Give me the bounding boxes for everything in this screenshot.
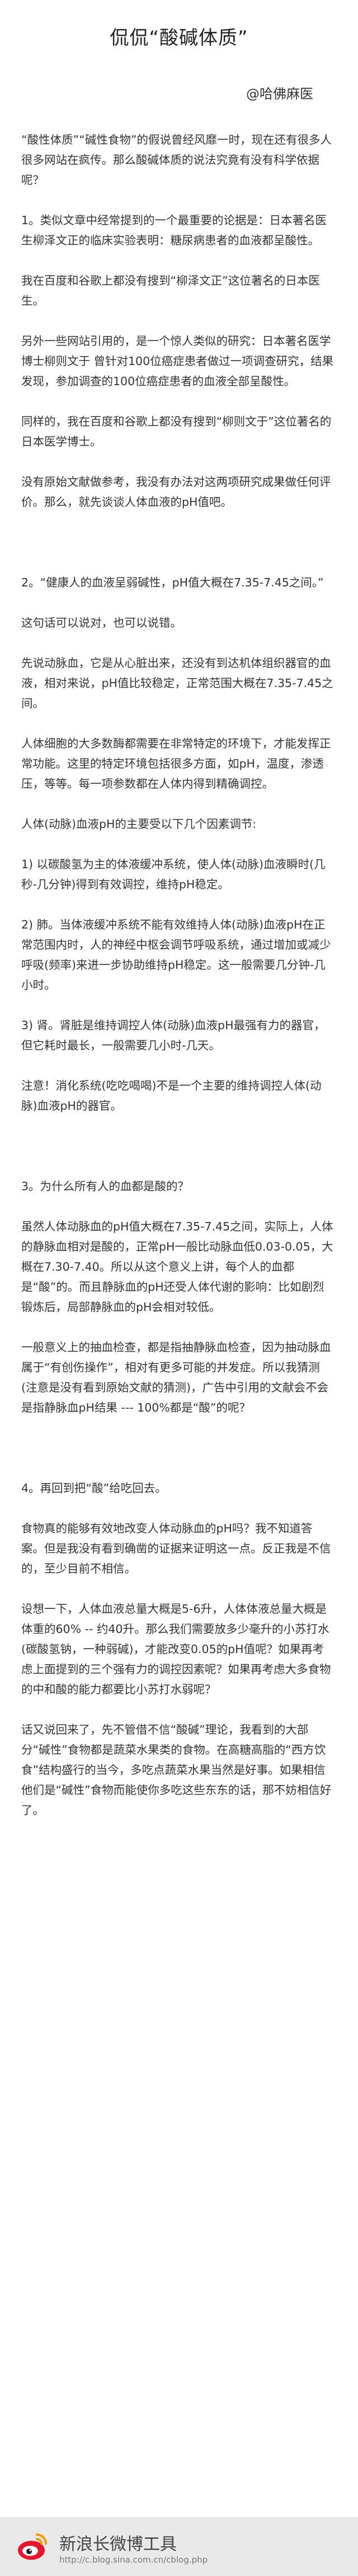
- footer-url[interactable]: http://c.blog.sina.com.cn/cblog.php: [59, 2555, 208, 2565]
- paragraph-3b: 一般意义上的抽血检查，都是指抽静脉血检查，因为抽动脉血属于“有创伤操作”，相对有…: [21, 1341, 331, 1414]
- paragraph-2b: 先说动脉血，它是从心脏出来，还没有到达机体组织器官的血液，相对来说，pH值比较稳…: [21, 656, 333, 710]
- paragraph-intro: “酸性体质”“碱性食物”的假说曾经风靡一时，现在还有很多人很多网站在疯传。那么酸…: [21, 133, 332, 187]
- paragraph-1b: 我在百度和谷歌上都没有搜到“柳泽文正”这位著名的日本医生。: [21, 274, 320, 307]
- paragraph-2-item-1: 1) 以碳酸氢为主的体液缓冲系统，使人体(动脉)血液瞬时(几秒-几分钟)得到有效…: [21, 858, 326, 891]
- paragraph-1d: 同样的，我在百度和谷歌上都没有搜到“柳则文于”这位著名的日本医学博士。: [21, 415, 332, 448]
- footer-bar: 新浪长微博工具 http://c.blog.sina.com.cn/cblog.…: [0, 2517, 358, 2576]
- article-body: “酸性体质”“碱性食物”的假说曾经风靡一时，现在还有很多人很多网站在疯传。那么酸…: [21, 130, 335, 1820]
- section-3-heading: 3。为什么所有人的血都是酸的？: [21, 1180, 190, 1193]
- footer-title: 新浪长微博工具: [59, 2535, 177, 2554]
- paragraph-3a: 虽然人体动脉血的pH值大概在7.35-7.45之间，实际上，人体的静脉血相对是酸…: [21, 1220, 333, 1314]
- author-handle[interactable]: @哈佛麻医: [246, 83, 313, 102]
- paragraph-1c: 另外一些网站引用的，是一个惊人类似的研究：日本著名医学博士柳则文于 曾针对100…: [21, 334, 334, 388]
- paragraph-2d: 人体(动脉)血液pH的主要受以下几个因素调节:: [21, 817, 257, 831]
- paragraph-2a: 这句话可以说对，也可以说错。: [21, 616, 182, 629]
- sina-weibo-logo-icon: [18, 2534, 47, 2560]
- article-title: 侃侃“酸碱体质”: [110, 27, 248, 49]
- paragraph-4c: 话又说回来了，先不管借不信“酸碱”理论，我看到的大部分“碱性”食物都是蔬菜水果类…: [21, 1723, 332, 1817]
- long-weibo-page: 侃侃“酸碱体质” @哈佛麻医 “酸性体质”“碱性食物”的假说曾经风靡一时，现在还…: [0, 0, 358, 2576]
- section-4-heading: 4。再回到把“酸”给吃回去。: [21, 1481, 167, 1495]
- paragraph-1a: 1。类似文章中经常提到的一个最重要的论据是：日本著名医生柳泽文正的临床实验表明：…: [21, 214, 327, 247]
- section-2-heading: 2。“健康人的血液呈弱碱性，pH值大概在7.35-7.45之间。”: [21, 576, 324, 589]
- paragraph-1e: 没有原始文献做参考，我没有办法对这两项研究成果做任何评价。那么，就先谈谈人体血液…: [21, 475, 331, 509]
- paragraph-2-item-2: 2) 肺。当体液缓冲系统不能有效维持人体(动脉)血液pH在正常范围内时，人的神经…: [21, 918, 331, 992]
- paragraph-2-item-3: 3) 肾。肾脏是维持调控人体(动脉)血液pH最强有力的器官，但它耗时最长，一般需…: [21, 1019, 326, 1052]
- paragraph-4a: 食物真的能够有效地改变人体动脉血的pH吗？我不知道答案。但是我没有看到确凿的证据…: [21, 1522, 331, 1575]
- paragraph-4b: 设想一下，人体血液总量大概是5-6升，人体体液总量大概是体重的60% -- 约4…: [21, 1602, 331, 1696]
- paragraph-2c: 人体细胞的大多数酶都需要在非常特定的环境下，才能发挥正常功能。这里的特定环境包括…: [21, 737, 331, 790]
- paragraph-2-note: 注意！消化系统(吃吃喝喝)不是一个主要的维持调控人体(动脉)血液pH的器官。: [21, 1079, 322, 1112]
